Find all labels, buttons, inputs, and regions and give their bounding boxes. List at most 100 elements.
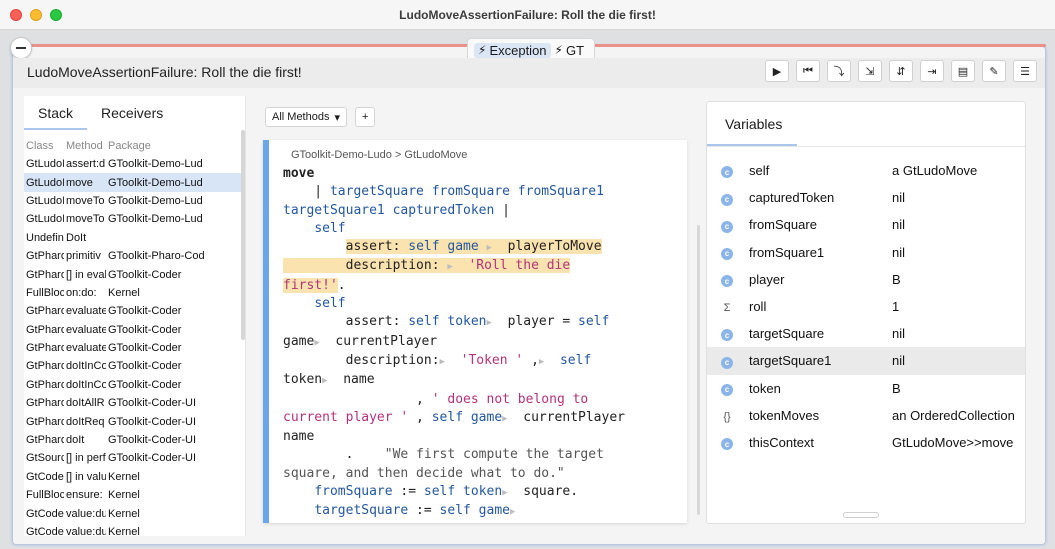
frame-class: GtLudoI xyxy=(26,158,64,171)
stack-frame-row[interactable]: GtLudoI assert:d GToolkit-Demo-Lud xyxy=(24,155,242,173)
stack-frame-row[interactable]: GtLudoI moveTo GToolkit-Demo-Lud xyxy=(24,192,242,210)
variable-value: B xyxy=(892,271,901,287)
variable-row[interactable]: c thisContext GtLudoMove>>move xyxy=(707,429,1025,456)
stack-frame-row[interactable]: GtPharo evaluate GToolkit-Coder xyxy=(24,339,242,357)
methods-bar: All Methods ▾ + xyxy=(265,107,376,127)
stack-frame-row[interactable]: GtPharo doItInCo GToolkit-Coder xyxy=(24,357,242,375)
menu-button[interactable]: ☰ xyxy=(1013,60,1037,82)
variable-row[interactable]: c player B xyxy=(707,266,1025,293)
stack-frame-row[interactable]: GtPharo primitiv GToolkit-Pharo-Cod xyxy=(24,247,242,265)
variable-name: targetSquare1 xyxy=(749,353,832,369)
frame-class: GtPharo xyxy=(26,305,64,318)
frame-class: GtLudoI xyxy=(26,176,64,189)
add-method-button[interactable]: + xyxy=(355,107,376,127)
methods-filter-dropdown[interactable]: All Methods ▾ xyxy=(265,107,348,127)
lightning-icon: ⚡ xyxy=(554,43,563,57)
tab-exception-label: Exception xyxy=(489,42,547,58)
stack-frame-row[interactable]: GtPharo evaluate GToolkit-Coder xyxy=(24,302,242,320)
tab-stack[interactable]: Stack xyxy=(24,96,88,130)
method-editor[interactable]: GToolkit-Demo-Ludo > GtLudoMove move | t… xyxy=(263,140,687,523)
column-package[interactable]: Package xyxy=(106,140,236,152)
stack-frame-row[interactable]: GtPharo doItAllR GToolkit-Coder-UI xyxy=(24,394,242,412)
instance-variable-icon: c xyxy=(721,247,733,260)
variable-row[interactable]: c fromSquare1 nil xyxy=(707,239,1025,266)
stack-table-header: Class Method Package xyxy=(24,136,242,155)
instance-variable-icon: c xyxy=(721,193,733,206)
variable-value: B xyxy=(892,380,901,396)
plus-icon: + xyxy=(362,111,369,123)
variable-row[interactable]: c targetSquare nil xyxy=(707,320,1025,347)
stack-frame-row[interactable]: GtLudoI moveTo GToolkit-Demo-Lud xyxy=(24,210,242,228)
instance-variable-icon: c xyxy=(721,166,733,179)
variable-icon-cell: c xyxy=(707,326,749,342)
collapse-button[interactable] xyxy=(10,37,32,59)
variable-row[interactable]: c fromSquare nil xyxy=(707,211,1025,238)
frame-method: doItInCo xyxy=(66,360,106,373)
column-method[interactable]: Method xyxy=(64,140,106,152)
play-button[interactable]: ▶ xyxy=(765,60,789,82)
frame-package: GToolkit-Coder-UI xyxy=(108,397,197,410)
tab-exception[interactable]: ⚡ Exception xyxy=(474,42,551,58)
frame-package: Kernel xyxy=(108,470,140,483)
variable-name: capturedToken xyxy=(749,190,835,206)
editor-scrollbar[interactable] xyxy=(697,225,700,515)
stack-frame-row[interactable]: GtSourc[] in perf GToolkit-Coder-UI xyxy=(24,449,242,467)
variable-row[interactable]: c targetSquare1 nil xyxy=(707,347,1025,375)
variable-row[interactable]: c token B xyxy=(707,375,1025,402)
frame-method: primitiv xyxy=(66,250,101,263)
stack-frame-row[interactable]: GtLudoI move GToolkit-Demo-Lud xyxy=(24,173,242,192)
variable-value: nil xyxy=(892,217,906,233)
frame-package: Kernel xyxy=(108,489,140,502)
frame-class: GtPharo xyxy=(26,415,64,428)
variable-row[interactable]: c self a GtLudoMove xyxy=(707,157,1025,184)
variable-row[interactable]: {} tokenMoves an OrderedCollection xyxy=(707,402,1025,429)
frame-method: assert:d xyxy=(66,158,106,171)
stack-frame-row[interactable]: GtCoder value:du Kernel xyxy=(24,523,242,536)
variable-value: 1 xyxy=(892,299,900,315)
variable-icon-cell: c xyxy=(707,435,749,451)
variables-scrollbar[interactable] xyxy=(843,512,879,518)
clipboard-icon: ▤ xyxy=(957,65,969,78)
stack-frame-row[interactable]: GtPharo doIt GToolkit-Coder-UI xyxy=(24,431,242,449)
stack-frame-row[interactable]: GtPharo doItInCo GToolkit-Coder xyxy=(24,376,242,394)
variable-row[interactable]: c capturedToken nil xyxy=(707,184,1025,211)
stack-frame-row[interactable]: GtPharo evaluate GToolkit-Coder xyxy=(24,321,242,339)
stack-frame-row[interactable]: Undefin DoIt xyxy=(24,229,242,247)
frame-package: GToolkit-Demo-Lud xyxy=(108,213,203,226)
tab-gt[interactable]: ⚡ GT xyxy=(551,43,589,58)
method-source-code[interactable]: move | targetSquare fromSquare fromSquar… xyxy=(283,165,683,522)
variable-row[interactable]: Σroll 1 xyxy=(707,293,1025,320)
frame-method: value:du xyxy=(66,526,106,536)
column-class[interactable]: Class xyxy=(24,140,64,152)
tab-receivers[interactable]: Receivers xyxy=(87,96,177,130)
run-to-button[interactable]: ⇥ xyxy=(920,60,944,82)
variable-value: nil xyxy=(892,190,906,206)
stack-frame-row[interactable]: GtCoder[] in valu Kernel xyxy=(24,468,242,486)
restart-button[interactable]: ⏮ xyxy=(796,60,820,82)
edit-icon: ✎ xyxy=(989,65,999,78)
frame-class: GtPharo xyxy=(26,342,64,355)
step-through-button[interactable]: ⇵ xyxy=(889,60,913,82)
step-over-button[interactable]: ⇲ xyxy=(858,60,882,82)
frame-package: GToolkit-Coder xyxy=(108,378,182,391)
breadcrumb[interactable]: GToolkit-Demo-Ludo > GtLudoMove xyxy=(291,149,467,161)
frame-package: GToolkit-Coder-UI xyxy=(108,415,197,428)
stack-frame-row[interactable]: FullBloc ensure: Kernel xyxy=(24,486,242,504)
frame-class: GtCoder xyxy=(26,470,64,483)
exception-title: LudoMoveAssertionFailure: Roll the die f… xyxy=(27,64,302,80)
stack-scrollbar[interactable] xyxy=(241,130,245,340)
tab-variables[interactable]: Variables xyxy=(707,102,797,146)
edit-button[interactable]: ✎ xyxy=(982,60,1006,82)
frame-method: [] in valu xyxy=(66,470,106,483)
variable-value: nil xyxy=(892,326,906,342)
frame-package: GToolkit-Coder xyxy=(108,342,182,355)
play-icon: ▶ xyxy=(772,65,782,78)
stack-frame-row[interactable]: GtPharo doItReq GToolkit-Coder-UI xyxy=(24,412,242,430)
stack-frame-row[interactable]: GtPharo[] in eval GToolkit-Coder xyxy=(24,265,242,283)
step-into-button[interactable]: ⤵ xyxy=(827,60,851,82)
stack-frame-row[interactable]: GtCoder value:du Kernel xyxy=(24,504,242,522)
copy-stack-button[interactable]: ▤ xyxy=(951,60,975,82)
frame-method: doIt xyxy=(66,434,85,447)
frame-class: Undefin xyxy=(26,231,64,244)
stack-frame-row[interactable]: FullBloc on:do: Kernel xyxy=(24,284,242,302)
